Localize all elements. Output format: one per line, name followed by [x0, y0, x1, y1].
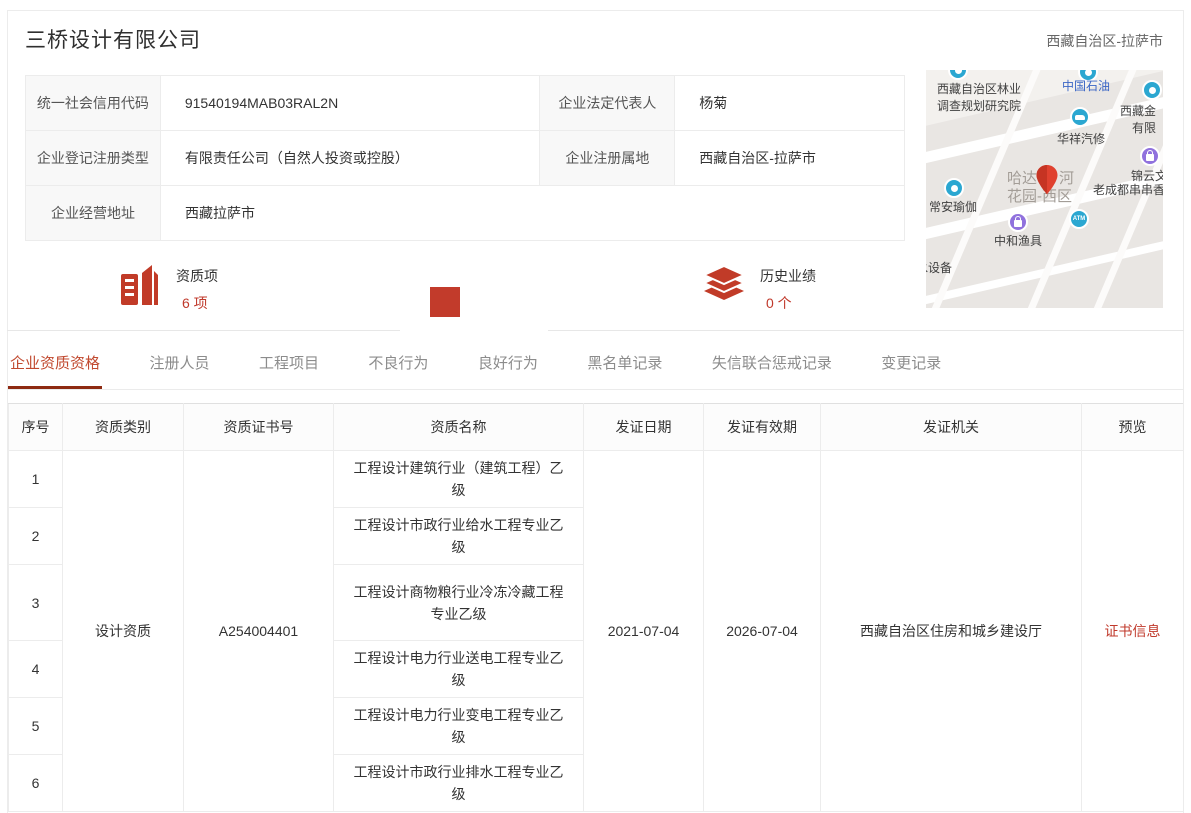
seq-cell: 3	[9, 565, 63, 641]
col-valid-until: 发证有效期	[704, 404, 821, 451]
tab-bar: 企业资质资格 注册人员 工程项目 不良行为 良好行为 黑名单记录 失信联合惩戒记…	[8, 352, 1184, 390]
tab-projects[interactable]: 工程项目	[257, 352, 321, 389]
credit-code-label: 统一社会信用代码	[26, 76, 161, 130]
col-name: 资质名称	[334, 404, 584, 451]
address-value: 西藏拉萨市	[161, 186, 905, 240]
certificate-info-link[interactable]: 证书信息	[1105, 623, 1161, 639]
fishing-poi-icon	[1008, 212, 1028, 232]
layers-icon	[702, 264, 746, 311]
shop-poi-icon	[1140, 146, 1160, 166]
seq-cell: 2	[9, 508, 63, 565]
yoga-poi-icon	[944, 178, 964, 198]
map-label-fishing: 中和渔具	[994, 233, 1042, 250]
col-category: 资质类别	[63, 404, 184, 451]
qual-name-cell: 工程设计市政行业给水工程专业乙级	[334, 508, 584, 565]
seq-cell: 1	[9, 451, 63, 508]
cert-no-cell: A254004401	[184, 451, 334, 812]
tab-qualifications[interactable]: 企业资质资格	[8, 352, 102, 389]
qualification-stat-label: 资质项	[176, 266, 218, 286]
info-row-1: 统一社会信用代码 91540194MAB03RAL2N 企业法定代表人 杨菊	[26, 76, 905, 131]
red-square-placeholder	[430, 287, 460, 317]
page-title: 三桥设计有限公司	[25, 24, 201, 54]
map-label-yoga: 常安瑜伽	[929, 199, 977, 216]
legal-rep-value: 杨菊	[675, 76, 905, 130]
qualification-stat: 资质项 6 项	[176, 266, 218, 313]
reg-type-value: 有限责任公司（自然人投资或控股）	[161, 131, 541, 185]
seq-cell: 4	[9, 641, 63, 698]
issue-date-cell: 2021-07-04	[584, 451, 704, 812]
seq-cell: 5	[9, 698, 63, 755]
reg-type-label: 企业登记注册类型	[26, 131, 161, 185]
company-region: 西藏自治区-拉萨市	[1046, 31, 1163, 51]
history-stat-label: 历史业绩	[760, 266, 816, 286]
section-divider-right	[548, 330, 1184, 331]
qualification-stat-value: 6 项	[176, 293, 218, 313]
address-label: 企业经营地址	[26, 186, 161, 240]
qual-name-cell: 工程设计电力行业送电工程专业乙级	[334, 641, 584, 698]
category-cell: 设计资质	[63, 451, 184, 812]
tab-blacklist[interactable]: 黑名单记录	[585, 352, 664, 389]
col-preview: 预览	[1082, 404, 1184, 451]
atm-poi-icon: ATM	[1069, 209, 1089, 229]
car-poi-icon	[1070, 107, 1090, 127]
reg-region-label: 企业注册属地	[540, 131, 675, 185]
qual-name-cell: 工程设计建筑行业（建筑工程）乙级	[334, 451, 584, 508]
table-row: 1 设计资质 A254004401 工程设计建筑行业（建筑工程）乙级 2021-…	[9, 451, 1184, 508]
authority-cell: 西藏自治区住房和城乡建设厅	[821, 451, 1082, 812]
preview-cell: 证书信息	[1082, 451, 1184, 812]
info-row-3: 企业经营地址 西藏拉萨市	[26, 186, 905, 241]
history-stat-value: 0 个	[760, 293, 816, 313]
reg-region-value: 西藏自治区-拉萨市	[675, 131, 905, 185]
map-pin-icon	[1036, 165, 1058, 200]
qual-name-cell: 工程设计电力行业变电工程专业乙级	[334, 698, 584, 755]
map-label-car-shop: 华祥汽修	[1057, 131, 1105, 148]
qual-name-cell: 工程设计市政行业排水工程专业乙级	[334, 755, 584, 812]
col-authority: 发证机关	[821, 404, 1082, 451]
tab-bad-behavior[interactable]: 不良行为	[366, 352, 430, 389]
tab-registered-personnel[interactable]: 注册人员	[147, 352, 211, 389]
location-map[interactable]: 西藏自治区林业 调查规划研究院 中国石油 西藏金 有限 华祥汽修 锦云文 哈达河…	[926, 70, 1163, 308]
credit-code-value: 91540194MAB03RAL2N	[161, 76, 541, 130]
map-label-forestry: 西藏自治区林业 调查规划研究院	[937, 81, 1021, 115]
company-info-table: 统一社会信用代码 91540194MAB03RAL2N 企业法定代表人 杨菊 企…	[25, 75, 905, 241]
qual-name-cell: 工程设计商物粮行业冷冻冷藏工程专业乙级	[334, 565, 584, 641]
map-poi-icon	[1142, 80, 1162, 100]
map-label-petro: 中国石油	[1062, 78, 1110, 95]
col-issue-date: 发证日期	[584, 404, 704, 451]
seq-cell: 6	[9, 755, 63, 812]
tab-change-records[interactable]: 变更记录	[879, 352, 943, 389]
section-divider-left	[7, 330, 400, 331]
map-label-chuanchuan: 老成都串串香	[1093, 182, 1163, 199]
col-seq: 序号	[9, 404, 63, 451]
tab-good-behavior[interactable]: 良好行为	[476, 352, 540, 389]
building-icon	[118, 261, 162, 312]
qualification-table: 序号 资质类别 资质证书号 资质名称 发证日期 发证有效期 发证机关 预览 1 …	[8, 403, 1184, 812]
tab-dishonesty-records[interactable]: 失信联合惩戒记录	[710, 352, 834, 389]
table-header-row: 序号 资质类别 资质证书号 资质名称 发证日期 发证有效期 发证机关 预览	[9, 404, 1184, 451]
map-label-shebei: 水设备	[926, 260, 952, 277]
legal-rep-label: 企业法定代表人	[540, 76, 675, 130]
col-cert-no: 资质证书号	[184, 404, 334, 451]
valid-until-cell: 2026-07-04	[704, 451, 821, 812]
info-row-2: 企业登记注册类型 有限责任公司（自然人投资或控股） 企业注册属地 西藏自治区-拉…	[26, 131, 905, 186]
map-label-jin: 西藏金 有限	[1120, 103, 1156, 137]
history-stat: 历史业绩 0 个	[760, 266, 816, 313]
